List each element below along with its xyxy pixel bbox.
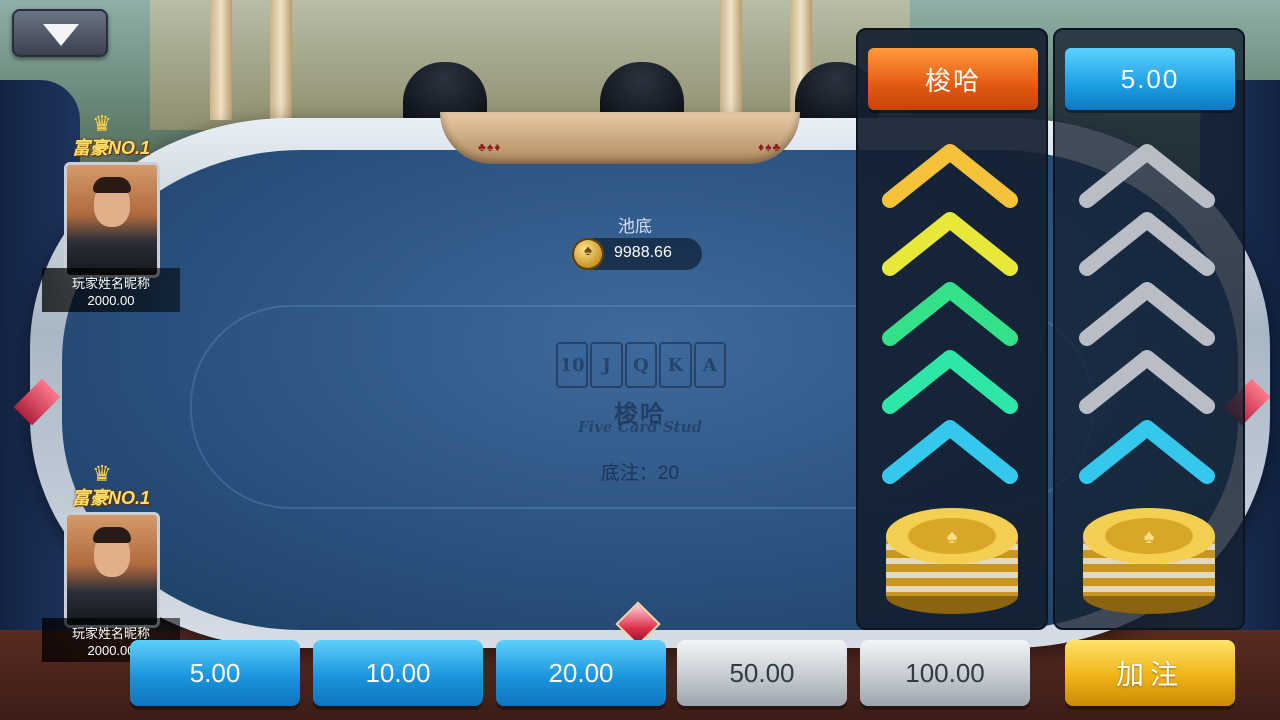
rail-ornament: [440, 112, 800, 164]
chevron-up-icon[interactable]: [1077, 138, 1217, 208]
base-bet-label: 底注：20: [600, 463, 680, 484]
suits-ornament-icon: ♣♠♦: [478, 140, 502, 154]
table-logo-subtitle: Five Card Stud: [577, 418, 703, 436]
pillar: [270, 0, 292, 120]
chevron-up-icon[interactable]: [880, 138, 1020, 208]
svg-text:♠: ♠: [947, 526, 958, 548]
pot-label: 池底: [618, 217, 652, 236]
chip-stack-icon[interactable]: ♠: [1079, 496, 1219, 616]
bet-button-100[interactable]: 100.00: [860, 640, 1030, 706]
player-name: 玩家姓名昵称: [71, 276, 150, 291]
chevron-up-icon[interactable]: [880, 276, 1020, 346]
player-rank-title: 富豪NO.1: [71, 488, 150, 508]
menu-dropdown-button[interactable]: [12, 9, 108, 57]
crown-icon: ♛: [92, 461, 112, 486]
svg-text:♠: ♠: [1144, 526, 1155, 548]
coin-icon: [572, 238, 604, 270]
bet-button-50[interactable]: 50.00: [677, 640, 847, 706]
logo-card: 10: [555, 342, 589, 388]
bet-button-5[interactable]: 5.00: [130, 640, 300, 706]
chevron-up-icon[interactable]: [880, 414, 1020, 484]
suits-ornament-icon: ♦♠♣: [758, 140, 782, 154]
player-seat[interactable]: ♛ 富豪NO.1 玩家姓名昵称 2000.00: [42, 113, 180, 312]
bet-button-20[interactable]: 20.00: [496, 640, 666, 706]
allin-button[interactable]: 梭哈: [868, 48, 1038, 110]
chevron-up-icon[interactable]: [1077, 206, 1217, 276]
player-rank-title: 富豪NO.1: [71, 138, 150, 158]
table-logo-cards: 10 J Q K A: [555, 342, 727, 402]
avatar: [64, 162, 160, 278]
raise-slider-panel: 5.00 ♠: [1053, 28, 1245, 630]
logo-card: Q: [624, 342, 658, 388]
chevron-up-icon[interactable]: [880, 206, 1020, 276]
chevron-up-icon[interactable]: [1077, 344, 1217, 414]
crown-icon: ♛: [92, 111, 112, 136]
pillar: [720, 0, 742, 120]
pillar: [210, 0, 232, 120]
raise-amount-display[interactable]: 5.00: [1065, 48, 1235, 110]
bet-button-10[interactable]: 10.00: [313, 640, 483, 706]
logo-card: K: [659, 342, 692, 388]
player-score: 2000.00: [87, 293, 135, 308]
chip-stack-icon[interactable]: ♠: [882, 496, 1022, 616]
player-seat[interactable]: ♛ 富豪NO.1 玩家姓名昵称 2000.00: [42, 463, 180, 662]
chevron-up-icon[interactable]: [1077, 276, 1217, 346]
logo-card: J: [590, 342, 623, 388]
logo-card: A: [693, 342, 727, 388]
pot-amount: 9988.66: [614, 244, 672, 261]
chevron-up-icon[interactable]: [1077, 414, 1217, 484]
triangle-down-icon: [43, 24, 79, 46]
raise-button[interactable]: 加注: [1065, 640, 1235, 706]
allin-slider-panel: 梭哈 ♠: [856, 28, 1048, 630]
avatar: [64, 512, 160, 628]
chevron-up-icon[interactable]: [880, 344, 1020, 414]
